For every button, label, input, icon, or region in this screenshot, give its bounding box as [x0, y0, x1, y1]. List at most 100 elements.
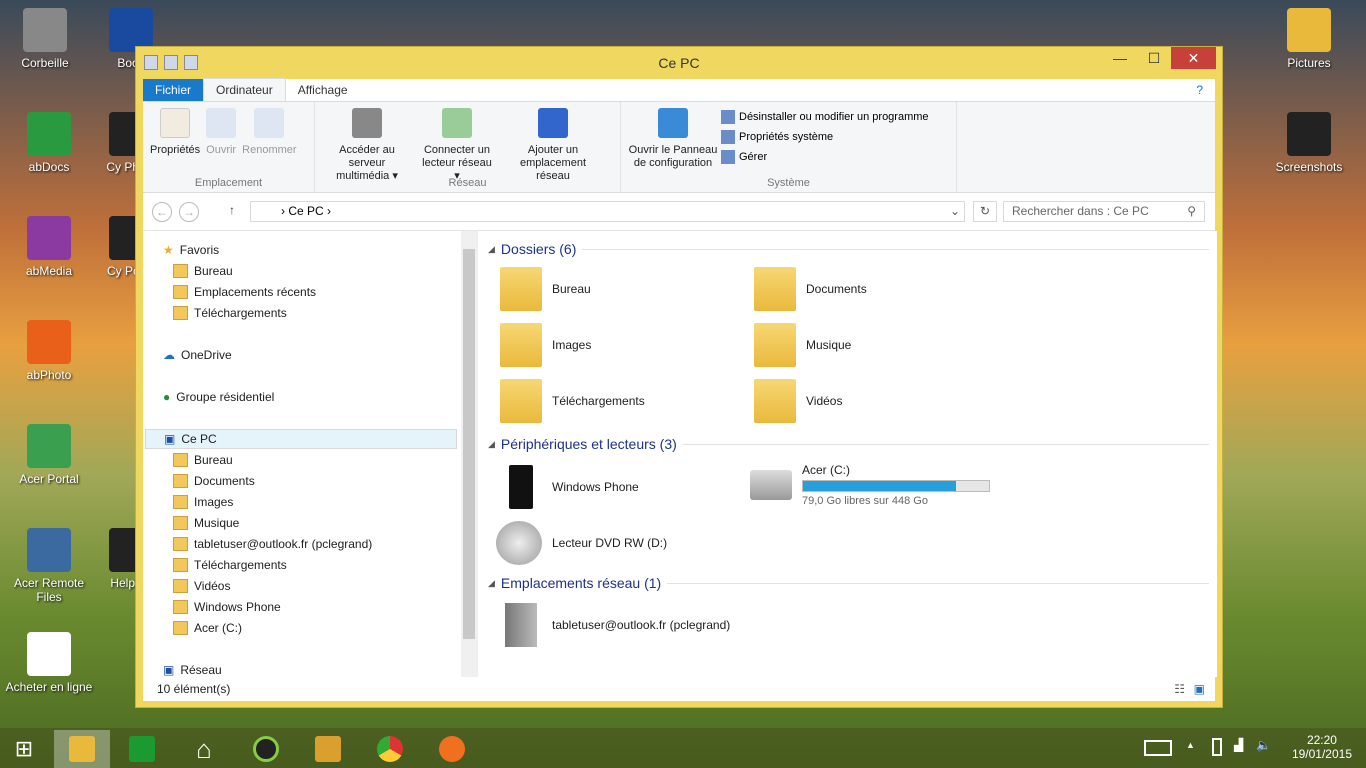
- clock[interactable]: 22:20 19/01/2015: [1292, 733, 1352, 761]
- nav-item[interactable]: Vidéos: [173, 576, 230, 596]
- signal-icon[interactable]: ▟: [1234, 738, 1243, 752]
- taskbar-store[interactable]: [118, 730, 166, 768]
- uninstall-program-button[interactable]: Désinstaller ou modifier un programme: [721, 110, 929, 124]
- address-bar[interactable]: › Ce PC › ⌄: [250, 201, 965, 222]
- back-button[interactable]: ←: [152, 202, 172, 222]
- nav-item[interactable]: Acer (C:): [173, 618, 242, 638]
- nav-ce-pc[interactable]: ▣ Ce PC: [145, 429, 457, 449]
- desktop-icon[interactable]: Acer Portal: [4, 424, 94, 486]
- taskbar-avast[interactable]: [428, 730, 476, 768]
- battery-icon: [1212, 738, 1222, 756]
- nav-item[interactable]: Documents: [173, 471, 255, 491]
- nav-item[interactable]: tabletuser@outlook.fr (pclegrand): [173, 534, 372, 554]
- folder-icon: [173, 474, 188, 488]
- network-icon: ▣: [163, 663, 175, 677]
- folder-item[interactable]: Bureau: [500, 267, 591, 311]
- minimize-button[interactable]: —: [1103, 47, 1137, 69]
- help-icon[interactable]: ?: [1184, 79, 1215, 101]
- nav-item[interactable]: Emplacements récents: [173, 282, 316, 302]
- device-windows-phone[interactable]: Windows Phone: [500, 465, 639, 509]
- taskbar-notes[interactable]: [304, 730, 352, 768]
- start-button[interactable]: ⊞: [0, 730, 48, 768]
- system-properties-button[interactable]: Propriétés système: [721, 130, 929, 144]
- folder-item[interactable]: Documents: [754, 267, 867, 311]
- nav-onedrive[interactable]: ☁ OneDrive: [163, 345, 232, 365]
- drive-dvd-d[interactable]: Lecteur DVD RW (D:): [496, 521, 667, 565]
- nav-groupe-residentiel[interactable]: ● Groupe résidentiel: [163, 387, 274, 407]
- tab-ordinateur[interactable]: Ordinateur: [203, 78, 286, 101]
- desktop-icon[interactable]: abMedia: [4, 216, 94, 278]
- phone-icon: [509, 465, 533, 509]
- folder-icon: [500, 323, 542, 367]
- collapse-icon[interactable]: ◢: [488, 244, 495, 255]
- chrome-icon: [377, 736, 403, 762]
- collapse-icon[interactable]: ◢: [488, 578, 495, 589]
- nav-item[interactable]: Windows Phone: [173, 597, 281, 617]
- folder-icon: [754, 323, 796, 367]
- folder-icon: [173, 495, 188, 509]
- pc-icon: ▣: [164, 432, 176, 446]
- nav-item[interactable]: Bureau: [173, 261, 233, 281]
- drive-acer-c[interactable]: Acer (C:) 79,0 Go libres sur 448 Go: [750, 463, 990, 507]
- network-location[interactable]: tabletuser@outlook.fr (pclegrand): [500, 603, 730, 647]
- forward-button[interactable]: →: [179, 202, 199, 222]
- collapse-icon[interactable]: ◢: [488, 439, 495, 450]
- desktop-icon-screenshots[interactable]: Screenshots: [1264, 112, 1354, 174]
- folder-item[interactable]: Images: [500, 323, 591, 367]
- taskbar-home[interactable]: ⌂: [180, 730, 228, 768]
- nav-item[interactable]: Téléchargements: [173, 555, 287, 575]
- nav-favoris[interactable]: ★ Favoris: [163, 240, 219, 260]
- folder-icon: [173, 600, 188, 614]
- folder-icon: [173, 516, 188, 530]
- store-icon: [129, 736, 155, 762]
- windows-icon: ⊞: [14, 736, 34, 761]
- tab-fichier[interactable]: Fichier: [143, 79, 204, 101]
- nav-item[interactable]: Téléchargements: [173, 303, 287, 323]
- up-button[interactable]: ↑: [229, 203, 235, 217]
- tab-affichage[interactable]: Affichage: [286, 79, 360, 101]
- taskbar-chrome[interactable]: [366, 730, 414, 768]
- volume-icon[interactable]: 🔈: [1256, 738, 1271, 752]
- drive-icon: [750, 470, 792, 500]
- tiles-view-icon[interactable]: ▣: [1194, 677, 1205, 701]
- desktop-icon[interactable]: Corbeille: [0, 8, 90, 70]
- show-hidden-icons[interactable]: ▲: [1186, 740, 1195, 750]
- folder-icon: [173, 621, 188, 635]
- search-icon: ⚲: [1187, 204, 1196, 218]
- nav-item[interactable]: Images: [173, 492, 233, 512]
- nav-item[interactable]: Musique: [173, 513, 239, 533]
- folder-icon: [173, 285, 188, 299]
- folder-item[interactable]: Vidéos: [754, 379, 842, 423]
- desktop-icon[interactable]: Acer Remote Files: [4, 528, 94, 604]
- keyboard-icon[interactable]: [1144, 740, 1172, 756]
- folder-icon: [500, 379, 542, 423]
- nav-item[interactable]: Bureau: [173, 450, 233, 470]
- app-icon: [27, 216, 71, 260]
- maximize-button[interactable]: ☐: [1137, 47, 1171, 69]
- folder-item[interactable]: Musique: [754, 323, 851, 367]
- desktop-icon[interactable]: Acheter en ligne: [4, 632, 94, 694]
- app-icon: [27, 528, 71, 572]
- scrollbar-thumb[interactable]: [463, 249, 475, 639]
- taskbar-explorer[interactable]: [54, 730, 110, 768]
- manage-button[interactable]: Gérer: [721, 150, 929, 164]
- desktop-icon[interactable]: abDocs: [4, 112, 94, 174]
- search-input[interactable]: Rechercher dans : Ce PC ⚲: [1003, 201, 1205, 222]
- details-view-icon[interactable]: ☷: [1174, 677, 1185, 701]
- ribbon: Propriétés Ouvrir Renommer Emplacement A…: [143, 101, 1215, 193]
- refresh-button[interactable]: ↻: [973, 201, 997, 222]
- checkbox-icon: [721, 130, 735, 144]
- chevron-down-icon[interactable]: ⌄: [950, 202, 960, 221]
- desktop-icon-pictures[interactable]: Pictures: [1264, 8, 1354, 70]
- star-icon: ★: [163, 243, 174, 257]
- taskbar-spotify[interactable]: [242, 730, 290, 768]
- homegroup-icon: ●: [163, 390, 171, 404]
- desktop-icon[interactable]: abPhoto: [4, 320, 94, 382]
- scrollbar[interactable]: [461, 231, 477, 677]
- folder-item[interactable]: Téléchargements: [500, 379, 645, 423]
- app-icon: [27, 424, 71, 468]
- spotify-icon: [253, 736, 279, 762]
- navigation-pane: ★ Favoris Bureau Emplacements récents Téléc…: [143, 231, 477, 677]
- drive-usage-bar: [802, 480, 990, 492]
- close-button[interactable]: ✕: [1171, 47, 1216, 69]
